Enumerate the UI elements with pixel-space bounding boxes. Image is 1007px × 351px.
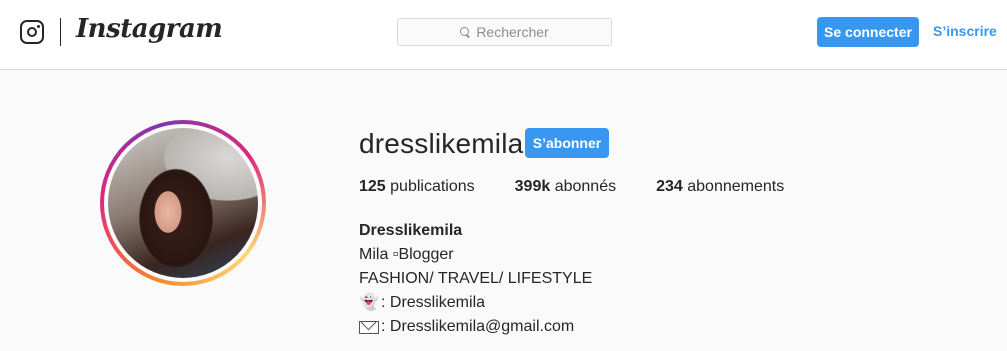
- bio-line-1: Mila ▫Blogger: [359, 246, 454, 263]
- search-icon: [460, 27, 470, 37]
- instagram-camera-icon[interactable]: [20, 20, 44, 44]
- instagram-wordmark[interactable]: Instagram: [76, 14, 223, 44]
- following-count: 234: [656, 178, 683, 195]
- followers-count: 399k: [514, 178, 551, 195]
- profile-full-name: Dresslikemila: [359, 222, 463, 239]
- followers-stat[interactable]: 399k abonnés: [515, 178, 616, 196]
- posts-label: publications: [390, 178, 475, 195]
- followers-label: abonnés: [554, 178, 617, 195]
- following-label: abonnements: [687, 178, 785, 195]
- profile-stats: 125 publications 399k abonnés 234 abonne…: [359, 178, 824, 196]
- envelope-icon: [359, 320, 379, 334]
- profile-bio: Dresslikemila Mila ▫Blogger FASHION/ TRA…: [359, 219, 592, 339]
- profile-username: dresslikemila: [359, 128, 524, 159]
- signup-link[interactable]: S’inscrire: [933, 23, 997, 39]
- top-navbar: Instagram Rechercher Se connecter S’insc…: [0, 0, 1007, 70]
- posts-stat: 125 publications: [359, 178, 475, 196]
- follow-button[interactable]: S’abonner: [525, 128, 609, 158]
- bio-email-text: : Dresslikemila@gmail.com: [381, 318, 575, 335]
- following-stat[interactable]: 234 abonnements: [656, 178, 784, 196]
- avatar[interactable]: [108, 128, 258, 278]
- search-placeholder: Rechercher: [476, 24, 549, 40]
- login-button[interactable]: Se connecter: [817, 17, 919, 47]
- posts-count: 125: [359, 178, 386, 195]
- snapchat-ghost-icon: 👻: [359, 294, 379, 311]
- bio-snapchat-row: 👻 : Dresslikemila: [359, 291, 592, 315]
- bio-line-2: FASHION/ TRAVEL/ LIFESTYLE: [359, 270, 593, 287]
- story-ring[interactable]: [100, 120, 266, 286]
- search-input[interactable]: Rechercher: [397, 18, 612, 46]
- bio-email-row: : Dresslikemila@gmail.com: [359, 315, 592, 339]
- bio-snapchat-text: : Dresslikemila: [381, 294, 486, 311]
- logo-divider: [60, 18, 61, 46]
